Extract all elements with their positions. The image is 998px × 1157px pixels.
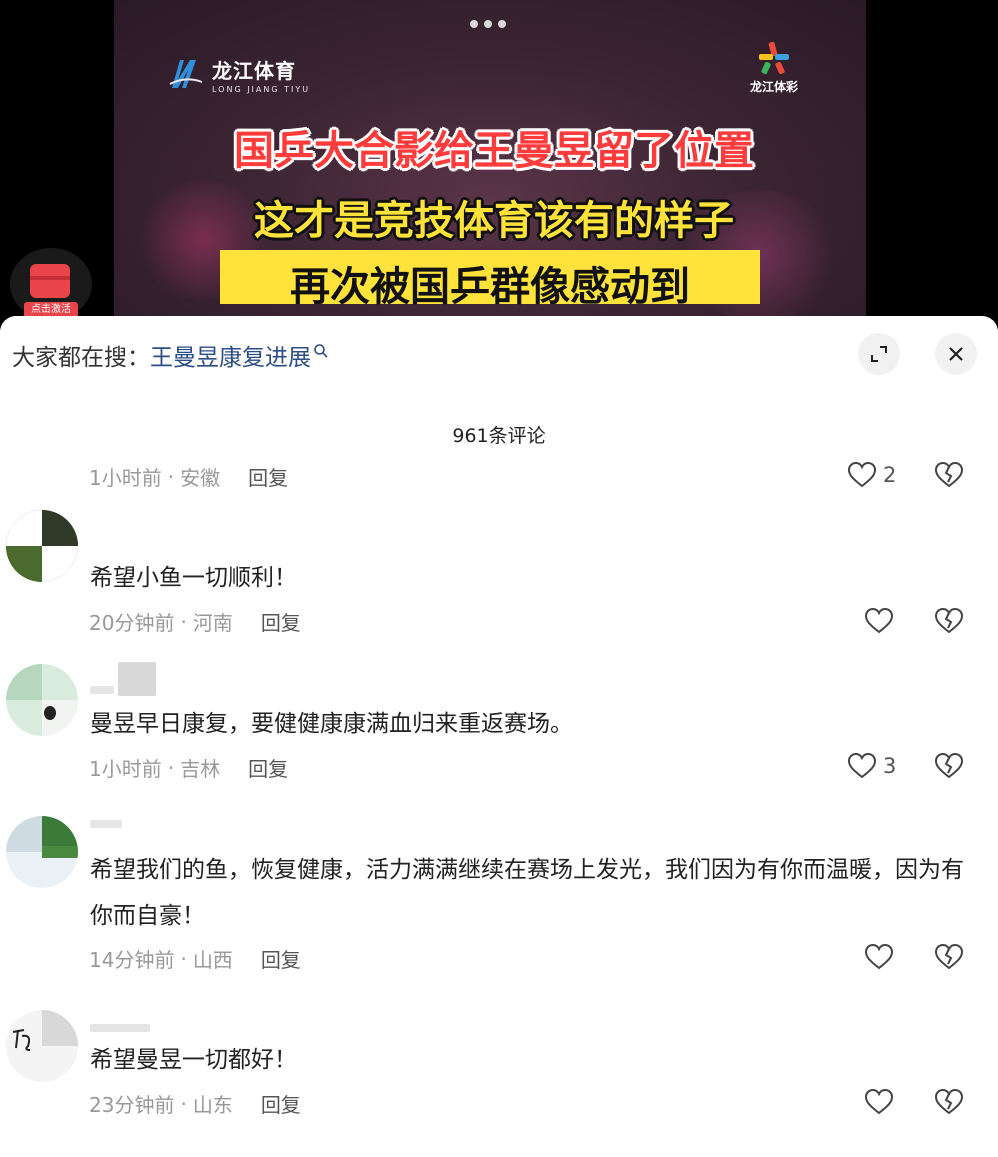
like-count: 3: [883, 754, 897, 778]
reply-button[interactable]: 回复: [248, 462, 288, 491]
comment-time: 20分钟前: [89, 611, 175, 635]
dislike-button[interactable]: [934, 461, 964, 489]
username-blurred: [118, 662, 156, 696]
comment-region: 河南: [192, 611, 233, 635]
trending-search-term[interactable]: 王曼昱康复进展: [150, 338, 311, 372]
comment-text: 希望小鱼一切顺利！: [90, 565, 297, 591]
more-options-icon[interactable]: [470, 20, 506, 28]
expand-icon: [871, 346, 887, 362]
calligraphy-mark: [12, 1029, 31, 1051]
comment-time: 1小时前: [89, 757, 162, 781]
video-caption-line2: 这才是竞技体育该有的样子: [254, 198, 734, 244]
broken-heart-icon: [934, 1088, 964, 1115]
red-envelope-icon: [30, 264, 70, 298]
comment-meta: 14分钟前 · 山西 回复: [89, 944, 301, 973]
video-caption-line1: 国乒大合影给王曼昱留了位置: [234, 128, 754, 174]
comment-sheet: 大家都在搜： 王曼昱康复进展 961条评论 1小时前 · 安徽 回复 2 希望小…: [0, 316, 998, 1157]
video-caption-line3: 再次被国乒群像感动到: [290, 264, 690, 310]
like-button[interactable]: [864, 607, 900, 635]
meta-separator: ·: [180, 1091, 187, 1116]
dislike-button[interactable]: [934, 607, 964, 635]
comment-time: 14分钟前: [89, 948, 175, 972]
red-packet-button[interactable]: 点击激活: [10, 248, 92, 320]
lottery-logo: 龙江体彩: [744, 40, 804, 95]
username-blurred: [90, 1024, 150, 1032]
channel-subname: LONG JIANG TIYU: [212, 84, 311, 94]
broken-heart-icon: [934, 943, 964, 970]
video-player[interactable]: 龙江体育 LONG JIANG TIYU 龙江体彩 国乒大合影给王曼昱留了位置 …: [0, 0, 998, 330]
meta-separator: ·: [180, 946, 187, 971]
comment-region: 山西: [192, 948, 233, 972]
comment-text: 希望我们的鱼，恢复健康，活力满满继续在赛场上发光，我们因为有你而温暖，因为有你而…: [90, 857, 964, 929]
dislike-button[interactable]: [934, 752, 964, 780]
comment-meta: 20分钟前 · 河南 回复: [89, 607, 301, 636]
close-icon: [949, 347, 963, 361]
comment-count: 961条评论: [452, 425, 546, 447]
meta-separator: ·: [167, 464, 175, 489]
like-button[interactable]: 3: [847, 752, 896, 780]
dislike-button[interactable]: [934, 943, 964, 971]
avatar[interactable]: [6, 664, 78, 736]
username-blurred: [90, 686, 114, 694]
heart-icon: [847, 752, 877, 779]
comment-time: 1小时前: [89, 466, 162, 490]
heart-icon: [864, 1088, 894, 1115]
reply-button[interactable]: 回复: [261, 944, 301, 973]
like-button[interactable]: 2: [847, 461, 896, 489]
heart-icon: [847, 461, 877, 488]
close-button[interactable]: [935, 333, 977, 375]
comment-meta: 23分钟前 · 山东 回复: [89, 1089, 301, 1118]
comment-time: 23分钟前: [89, 1093, 175, 1117]
comment-region: 安徽: [180, 466, 221, 490]
trending-search[interactable]: 大家都在搜： 王曼昱康复进展: [12, 338, 329, 372]
like-button[interactable]: [864, 1088, 900, 1116]
comment-region: 山东: [192, 1093, 233, 1117]
comment-region: 吉林: [180, 757, 221, 781]
expand-button[interactable]: [858, 333, 900, 375]
search-icon: [313, 339, 329, 358]
broken-heart-icon: [934, 461, 964, 488]
meta-separator: ·: [167, 755, 175, 780]
like-button[interactable]: [864, 943, 900, 971]
avatar[interactable]: [6, 510, 78, 582]
avatar[interactable]: [6, 1010, 78, 1082]
channel-name: 龙江体育: [212, 58, 296, 83]
lottery-logo-text: 龙江体彩: [749, 80, 798, 94]
trending-search-label: 大家都在搜：: [12, 345, 150, 371]
dislike-button[interactable]: [934, 1088, 964, 1116]
broken-heart-icon: [934, 607, 964, 634]
like-count: 2: [883, 463, 897, 487]
comment-text: 曼昱早日康复，要健健康康满血归来重返赛场。: [90, 711, 573, 737]
broken-heart-icon: [934, 752, 964, 779]
meta-separator: ·: [180, 609, 187, 634]
heart-icon: [864, 943, 894, 970]
reply-button[interactable]: 回复: [261, 1089, 301, 1118]
channel-logo-mark: [166, 54, 206, 94]
reply-button[interactable]: 回复: [261, 607, 301, 636]
comment-meta: 1小时前 · 安徽 回复: [89, 462, 288, 491]
channel-logo: 龙江体育 LONG JIANG TIYU: [166, 54, 310, 94]
comment-meta: 1小时前 · 吉林 回复: [89, 753, 288, 782]
reply-button[interactable]: 回复: [248, 753, 288, 782]
username-blurred: [90, 820, 122, 828]
avatar[interactable]: [6, 816, 78, 888]
lottery-logo-mark: [759, 41, 789, 75]
heart-icon: [864, 607, 894, 634]
comment-text: 希望曼昱一切都好！: [90, 1047, 297, 1073]
